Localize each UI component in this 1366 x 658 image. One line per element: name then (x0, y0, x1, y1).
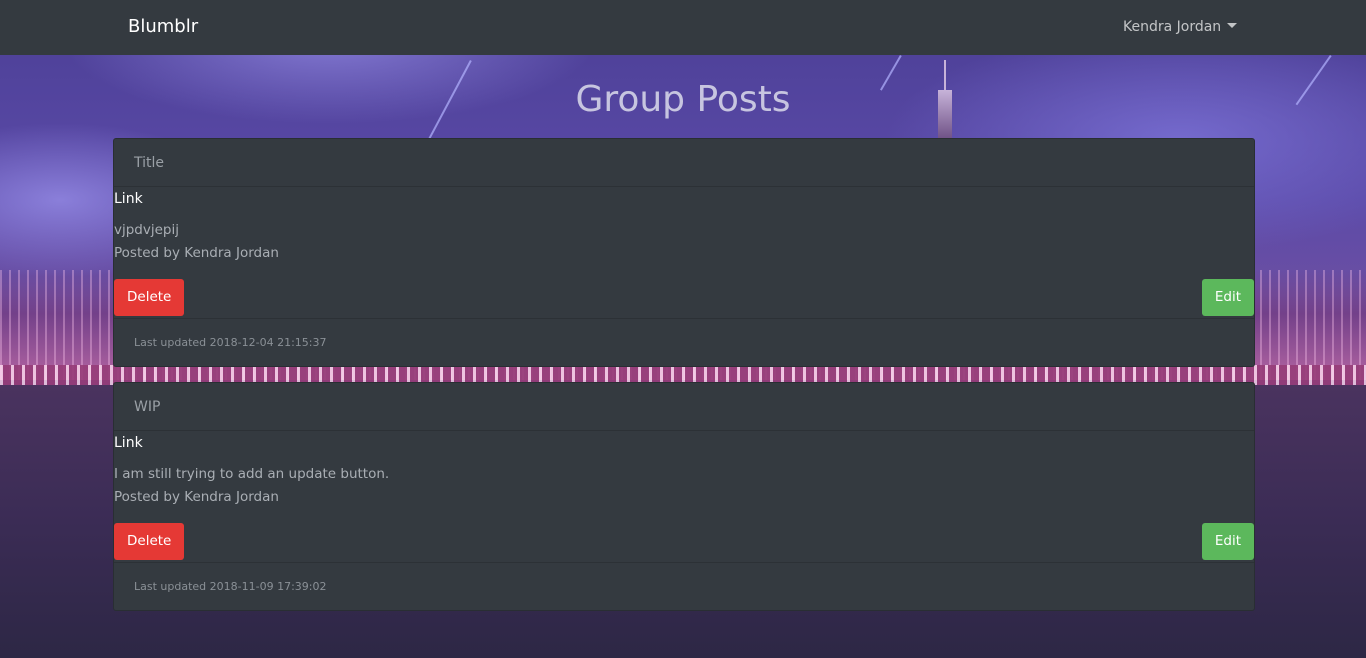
brand-logo[interactable]: Blumblr (128, 15, 198, 39)
delete-button[interactable]: Delete (114, 279, 185, 316)
edit-button[interactable]: Edit (1201, 279, 1254, 316)
post-description: vjpdvjepij (114, 222, 179, 238)
post-card: WIP Link I am still trying to add an upd… (113, 382, 1255, 611)
post-link[interactable]: Link (114, 433, 143, 453)
post-author: Posted by Kendra Jordan (114, 245, 279, 261)
post-body: Link vjpdvjepij Posted by Kendra Jordan … (114, 187, 1254, 318)
page-title: Group Posts (575, 79, 791, 120)
edit-button[interactable]: Edit (1201, 523, 1254, 560)
user-dropdown[interactable]: Kendra Jordan (1123, 17, 1238, 37)
top-navbar: Blumblr Kendra Jordan (0, 0, 1366, 55)
post-title: WIP (114, 383, 1254, 431)
caret-down-icon (1227, 23, 1238, 28)
post-title: Title (114, 139, 1254, 187)
post-description: I am still trying to add an update butto… (114, 466, 390, 482)
post-body: Link I am still trying to add an update … (114, 431, 1254, 562)
post-author: Posted by Kendra Jordan (114, 489, 279, 505)
post-footer: Last updated 2018-12-04 21:15:37 (114, 318, 1254, 366)
post-card: Title Link vjpdvjepij Posted by Kendra J… (113, 138, 1255, 367)
post-link[interactable]: Link (114, 189, 143, 209)
delete-button[interactable]: Delete (114, 523, 185, 560)
user-name: Kendra Jordan (1123, 19, 1222, 35)
post-footer: Last updated 2018-11-09 17:39:02 (114, 562, 1254, 610)
